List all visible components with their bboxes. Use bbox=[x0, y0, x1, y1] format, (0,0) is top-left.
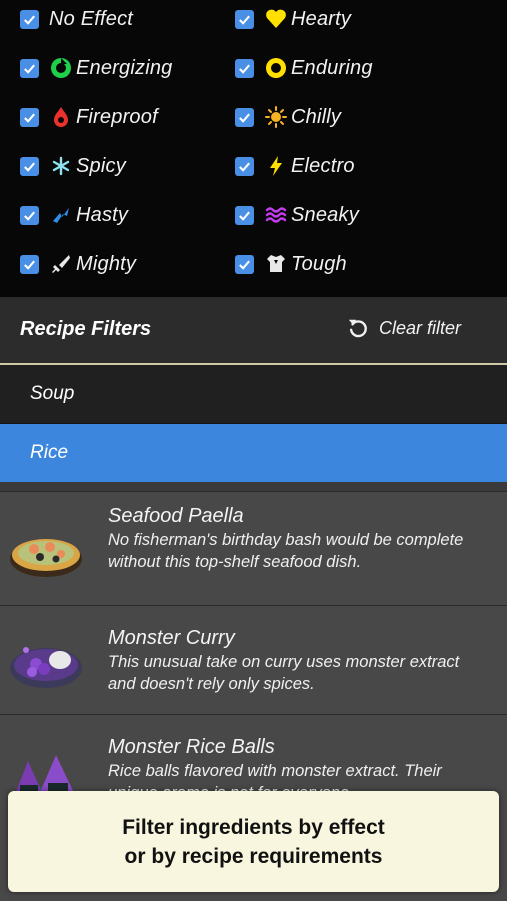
effect-label: Electro bbox=[291, 154, 355, 177]
checkbox-checked-icon[interactable] bbox=[235, 9, 254, 29]
effect-filter-panel: No Effect Energizing Fireproof Spicy Has… bbox=[0, 0, 507, 297]
effect-label: Enduring bbox=[291, 56, 373, 79]
category-rice[interactable]: Rice bbox=[0, 424, 507, 482]
checkbox-checked-icon[interactable] bbox=[20, 254, 39, 274]
seafood-paella-image bbox=[10, 539, 82, 577]
effect-label: Spicy bbox=[76, 154, 126, 177]
recipe-item-monster-curry[interactable]: Monster Curry This unusual take on curry… bbox=[0, 605, 507, 715]
clear-filter-label: Clear filter bbox=[379, 317, 462, 338]
mighty-icon bbox=[49, 252, 73, 276]
effect-fireproof[interactable]: Fireproof bbox=[20, 95, 158, 139]
effect-energizing[interactable]: Energizing bbox=[20, 46, 173, 90]
recipe-description: This unusual take on curry uses monster … bbox=[108, 653, 460, 693]
effect-tough[interactable]: Tough bbox=[235, 242, 347, 286]
undo-icon bbox=[348, 319, 367, 338]
category-label: Soup bbox=[30, 383, 75, 404]
checkbox-checked-icon[interactable] bbox=[235, 107, 254, 127]
heart-icon bbox=[264, 7, 288, 31]
effect-label: Sneaky bbox=[291, 203, 359, 226]
electro-icon bbox=[264, 154, 288, 178]
effect-label: Hearty bbox=[291, 7, 352, 30]
recipe-item-seafood-paella[interactable]: Seafood Paella No fisherman's birthday b… bbox=[0, 491, 507, 606]
effect-label: Fireproof bbox=[76, 105, 158, 128]
tough-icon bbox=[264, 252, 288, 276]
hint-line-2: or by recipe requirements bbox=[124, 844, 383, 868]
effect-label: Mighty bbox=[76, 252, 137, 275]
recipe-name: Monster Rice Balls bbox=[108, 736, 275, 758]
effect-label: No Effect bbox=[49, 7, 134, 30]
effect-label: Energizing bbox=[76, 56, 173, 79]
fireproof-icon bbox=[49, 105, 73, 129]
spicy-icon bbox=[49, 154, 73, 178]
checkbox-checked-icon[interactable] bbox=[235, 58, 254, 78]
category-soup[interactable]: Soup bbox=[0, 365, 507, 424]
energizing-icon bbox=[49, 56, 73, 80]
effect-label: Tough bbox=[291, 252, 347, 275]
effect-no-effect[interactable]: No Effect bbox=[20, 0, 133, 41]
category-label: Rice bbox=[30, 442, 69, 463]
enduring-icon bbox=[264, 56, 288, 80]
effect-sneaky[interactable]: Sneaky bbox=[235, 193, 359, 237]
recipe-filters-title: Recipe Filters bbox=[20, 318, 152, 340]
checkbox-checked-icon[interactable] bbox=[20, 205, 39, 225]
recipe-name: Seafood Paella bbox=[108, 505, 244, 527]
clear-filter-button[interactable]: Clear filter bbox=[347, 317, 461, 339]
recipe-filters-header: Recipe Filters Clear filter bbox=[0, 297, 507, 365]
hint-line-1: Filter ingredients by effect bbox=[122, 815, 385, 839]
effect-electro[interactable]: Electro bbox=[235, 144, 355, 188]
effect-enduring[interactable]: Enduring bbox=[235, 46, 373, 90]
effect-chilly[interactable]: Chilly bbox=[235, 95, 341, 139]
checkbox-checked-icon[interactable] bbox=[20, 58, 39, 78]
checkbox-checked-icon[interactable] bbox=[235, 254, 254, 274]
chilly-icon bbox=[264, 105, 288, 129]
checkbox-checked-icon[interactable] bbox=[20, 107, 39, 127]
effect-hasty[interactable]: Hasty bbox=[20, 193, 128, 237]
effect-spicy[interactable]: Spicy bbox=[20, 144, 126, 188]
hint-tooltip: Filter ingredients by effect or by recip… bbox=[8, 791, 499, 892]
monster-curry-image bbox=[10, 647, 82, 688]
sneaky-icon bbox=[264, 203, 288, 227]
checkbox-checked-icon[interactable] bbox=[235, 156, 254, 176]
effect-mighty[interactable]: Mighty bbox=[20, 242, 136, 286]
checkbox-checked-icon[interactable] bbox=[20, 9, 39, 29]
effect-hearty[interactable]: Hearty bbox=[235, 0, 351, 41]
checkbox-checked-icon[interactable] bbox=[20, 156, 39, 176]
recipe-name: Monster Curry bbox=[108, 627, 235, 649]
effect-label: Hasty bbox=[76, 203, 129, 226]
checkbox-checked-icon[interactable] bbox=[235, 205, 254, 225]
hasty-icon bbox=[49, 203, 73, 227]
recipe-description: No fisherman's birthday bash would be co… bbox=[108, 531, 464, 571]
effect-label: Chilly bbox=[291, 105, 342, 128]
